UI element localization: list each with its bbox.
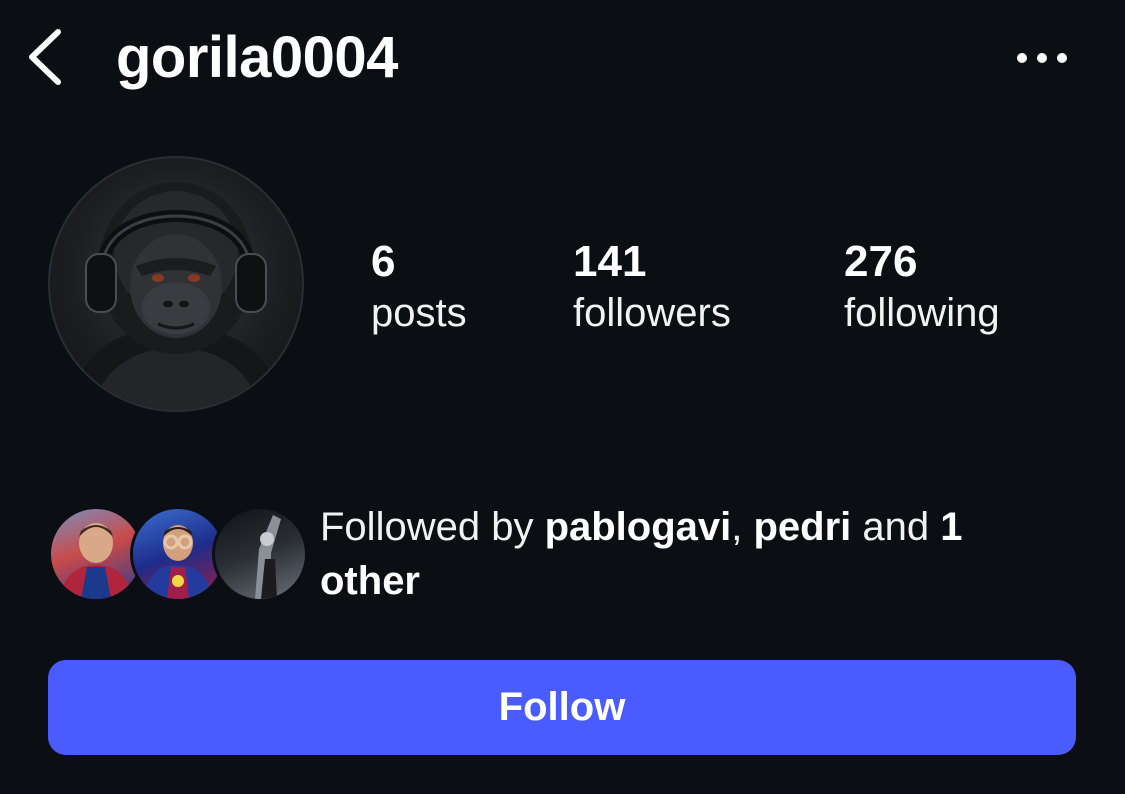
mutual-followers-text: Followed by pablogavi, pedri and 1 other: [320, 500, 1040, 608]
mutual-user-pedri[interactable]: pedri: [754, 505, 852, 549]
posts-stat[interactable]: 6 posts: [371, 236, 467, 338]
follow-button[interactable]: Follow: [48, 660, 1076, 755]
gorilla-avatar-icon: [70, 182, 282, 410]
followers-stat[interactable]: 141 followers: [573, 236, 731, 338]
following-count: 276: [844, 237, 918, 286]
profile-avatar[interactable]: [48, 156, 304, 412]
chevron-left-icon: [29, 29, 61, 85]
mutual-prefix: Followed by: [320, 505, 545, 549]
back-button[interactable]: [22, 26, 72, 88]
mutual-separator: ,: [731, 505, 754, 549]
mutual-user-pablogavi[interactable]: pablogavi: [545, 505, 732, 549]
following-label: following: [844, 291, 1000, 335]
profile-username: gorila0004: [116, 25, 398, 90]
mutual-conjunction: and: [851, 505, 941, 549]
following-stat[interactable]: 276 following: [844, 236, 1000, 338]
profile-header: gorila0004: [0, 0, 1125, 120]
posts-label: posts: [371, 291, 467, 335]
mutual-followers[interactable]: Followed by pablogavi, pedri and 1 other: [48, 500, 1078, 610]
followers-label: followers: [573, 291, 731, 335]
more-options-button[interactable]: [1010, 40, 1074, 76]
more-horizontal-icon: [1017, 53, 1067, 63]
posts-count: 6: [371, 237, 396, 286]
mutual-avatar-other: [212, 506, 308, 602]
followers-count: 141: [573, 237, 647, 286]
